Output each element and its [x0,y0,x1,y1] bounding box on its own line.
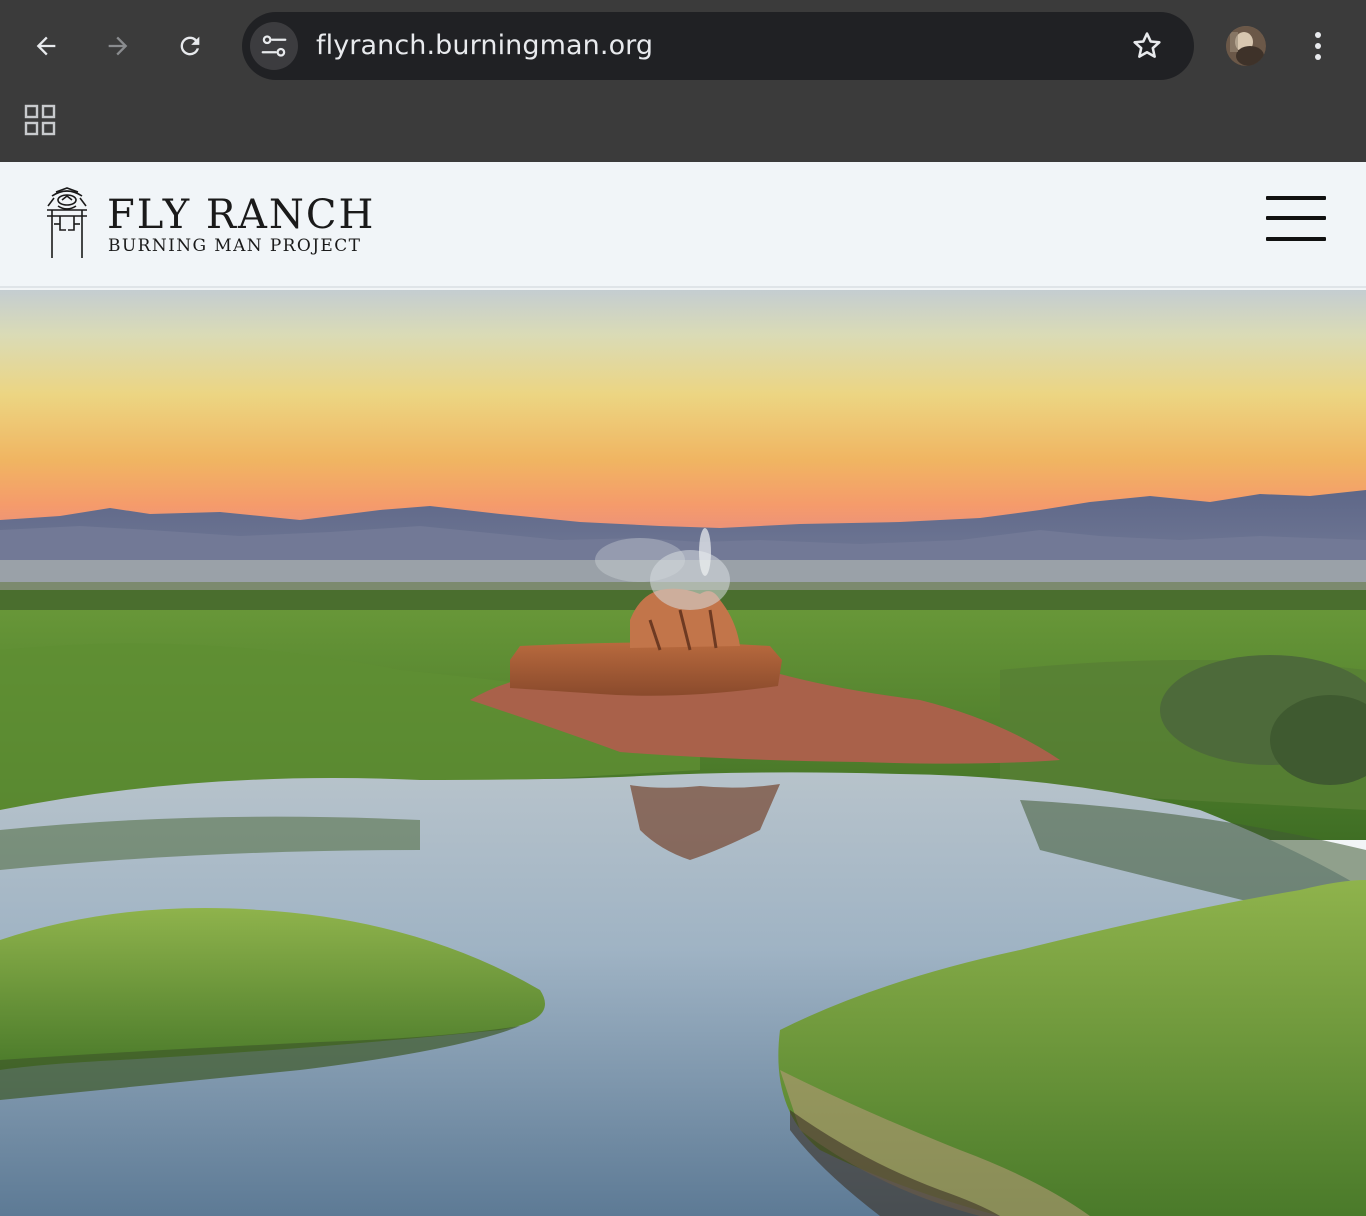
site-header: FLY RANCH BURNING MAN PROJECT [0,162,1366,288]
back-arrow-icon [36,36,56,56]
forward-arrow-icon [108,36,128,56]
more-menu-button[interactable] [1300,26,1336,66]
menu-bar [1266,196,1326,200]
site-settings-button[interactable] [250,22,298,70]
browser-toolbar: flyranch.burningman.org [0,0,1366,162]
site-title: FLY RANCH [107,192,376,238]
more-menu-dot [1315,54,1321,60]
more-menu-dot [1315,43,1321,49]
profile-avatar[interactable] [1226,26,1266,66]
back-button[interactable] [22,22,70,70]
forward-button[interactable] [94,22,142,70]
fly-ranch-logo-icon [47,187,87,258]
apps-grid-icon[interactable] [24,104,56,136]
more-menu-icon [1315,32,1321,38]
web-page: FLY RANCH BURNING MAN PROJECT [0,162,1366,1216]
menu-bar [1266,237,1326,241]
geyser-landscape-photo [0,290,1366,1216]
site-logo-link[interactable]: FLY RANCH BURNING MAN PROJECT [44,186,373,258]
site-settings-icon [261,35,287,57]
reload-icon [180,36,200,56]
menu-bar [1266,216,1326,220]
site-subtitle: BURNING MAN PROJECT [108,236,362,256]
bookmark-star-icon[interactable] [1130,29,1164,63]
reload-button[interactable] [166,22,214,70]
hero-image [0,290,1366,1216]
url-text[interactable]: flyranch.burningman.org [316,12,653,80]
hamburger-menu-icon[interactable] [1266,196,1326,246]
address-bar[interactable]: flyranch.burningman.org [242,12,1194,80]
